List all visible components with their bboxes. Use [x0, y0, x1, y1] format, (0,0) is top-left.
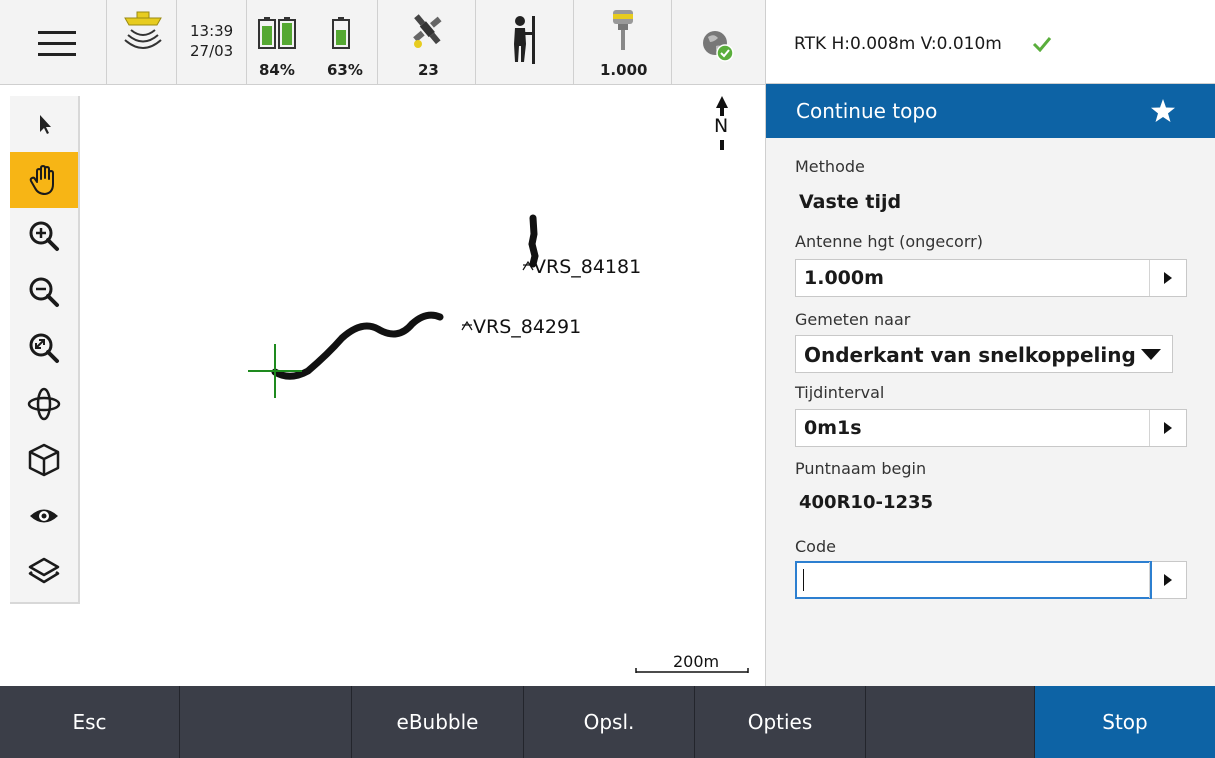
battery-1-percent: 84%	[259, 61, 295, 79]
softkey-bar: Esc eBubble Opsl. Opties Stop	[0, 686, 1215, 758]
globe-connected-icon	[703, 31, 734, 62]
time-interval-label: Tijdinterval	[795, 383, 885, 402]
antenna-height-value: 1.000m	[804, 267, 884, 289]
start-point-label: Puntnaam begin	[795, 459, 927, 478]
time-date[interactable]: 13:39 27/03	[177, 0, 247, 84]
eye-icon	[30, 509, 58, 523]
current-position-crosshair	[248, 344, 302, 398]
code-options-button[interactable]	[1149, 562, 1186, 598]
select-tool-button[interactable]	[10, 96, 78, 152]
instrument-target[interactable]	[476, 0, 574, 84]
esc-button[interactable]: Esc	[0, 686, 180, 758]
triangle-right-icon	[1164, 272, 1172, 284]
battery-2-percent: 63%	[327, 61, 363, 79]
battery-icon	[332, 17, 350, 49]
battery-status[interactable]: 84% 63%	[247, 0, 378, 84]
ebubble-button[interactable]: eBubble	[352, 686, 524, 758]
antenna-height-value: 1.000	[600, 61, 648, 79]
status-bar: 13:39 27/03 84% 63% 23 1.000	[0, 0, 765, 85]
antenna-height-field[interactable]: 1.000m	[795, 259, 1187, 297]
map-view[interactable]: N VRS_84181 VRS_84291 200m	[80, 84, 765, 686]
hamburger-menu-icon	[38, 31, 76, 56]
date-label: 27/03	[190, 42, 234, 60]
code-field[interactable]	[795, 561, 1187, 599]
cube-view-icon	[28, 443, 60, 477]
map-toolbar	[10, 96, 80, 604]
save-button[interactable]: Opsl.	[524, 686, 695, 758]
code-input[interactable]	[795, 561, 1152, 599]
time-interval-options-button[interactable]	[1149, 410, 1186, 446]
measured-to-value: Onderkant van snelkoppeling	[804, 343, 1136, 367]
point-label-vrs-84291[interactable]: VRS_84291	[473, 316, 581, 338]
antenna-height-options-button[interactable]	[1149, 260, 1186, 296]
zoom-extents-icon	[29, 333, 59, 363]
antenna-status[interactable]: 1.000	[574, 0, 672, 84]
receiver-radio-icon	[124, 11, 162, 49]
panel-title: Continue topo	[796, 99, 938, 123]
antenna-height-label: Antenne hgt (ongecorr)	[795, 232, 983, 251]
satellite-count: 23	[418, 61, 439, 79]
zoom-out-icon	[29, 277, 59, 307]
options-button[interactable]: Opties	[695, 686, 866, 758]
antenna-height-input[interactable]: 1.000m	[796, 260, 1151, 296]
favorite-star-icon[interactable]	[1150, 98, 1176, 124]
menu-button[interactable]	[0, 0, 107, 84]
softkey-empty-1	[180, 686, 352, 758]
pan-hand-icon	[29, 165, 54, 195]
satellite-icon	[413, 14, 442, 48]
softkey-empty-2	[866, 686, 1035, 758]
code-label: Code	[795, 537, 836, 556]
time-interval-field[interactable]: 0m1s	[795, 409, 1187, 447]
pointer-arrow-icon	[40, 115, 51, 134]
gnss-antenna-icon	[613, 10, 633, 50]
satellite-status[interactable]: 23	[378, 0, 476, 84]
pan-tool-button[interactable]	[10, 152, 78, 208]
triangle-right-icon	[1164, 422, 1172, 434]
zoom-extents-button[interactable]	[10, 320, 78, 376]
surveyor-pole-icon	[514, 16, 535, 64]
control-point-icon	[461, 320, 473, 331]
zoom-out-button[interactable]	[10, 264, 78, 320]
view-cube-button[interactable]	[10, 432, 78, 488]
zoom-in-button[interactable]	[10, 208, 78, 264]
receiver-status[interactable]	[107, 0, 177, 84]
layers-button[interactable]	[10, 544, 78, 600]
layers-icon	[28, 557, 60, 584]
checkmark-icon	[1032, 37, 1052, 52]
orbit-icon	[27, 387, 61, 421]
zoom-in-icon	[29, 221, 59, 251]
time-label: 13:39	[190, 22, 234, 40]
orbit-button[interactable]	[10, 376, 78, 432]
time-interval-input[interactable]: 0m1s	[796, 410, 1151, 446]
measured-to-label: Gemeten naar	[795, 310, 911, 329]
start-point-value: 400R10-1235	[799, 492, 934, 513]
time-interval-value: 0m1s	[804, 417, 862, 439]
dropdown-arrow-icon	[1141, 349, 1161, 360]
method-value: Vaste tijd	[799, 191, 902, 213]
text-cursor	[803, 569, 804, 591]
point-label-vrs-84181[interactable]: VRS_84181	[533, 256, 641, 278]
visibility-button[interactable]	[10, 488, 78, 544]
battery-icon	[258, 17, 296, 49]
panel-header: Continue topo	[766, 84, 1215, 138]
north-label: N	[714, 115, 729, 137]
scale-label: 200m	[673, 652, 720, 671]
rtk-precision-text: RTK H:0.008m V:0.010m	[794, 34, 1002, 54]
method-label: Methode	[795, 157, 865, 176]
rtk-precision-panel[interactable]: RTK H:0.008m V:0.010m	[765, 0, 1215, 84]
continue-topo-panel: Continue topo Methode Vaste tijd Antenne…	[765, 84, 1215, 686]
connection-status[interactable]	[672, 0, 765, 84]
map-canvas[interactable]	[80, 84, 765, 686]
stop-button[interactable]: Stop	[1035, 686, 1215, 758]
triangle-right-icon	[1164, 574, 1172, 586]
survey-track-line	[271, 311, 444, 380]
measured-to-dropdown[interactable]: Onderkant van snelkoppeling	[795, 335, 1173, 373]
